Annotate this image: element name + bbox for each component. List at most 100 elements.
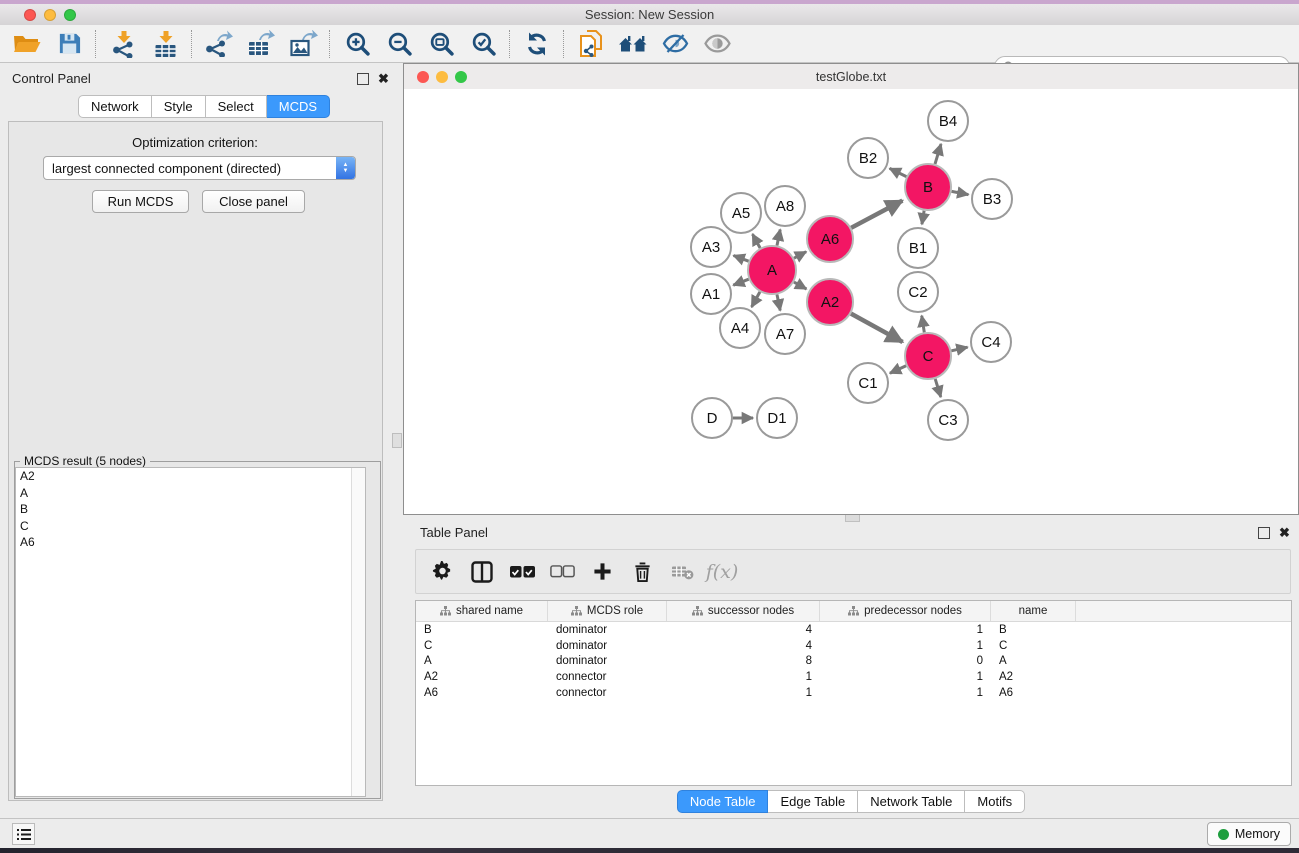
tab-edge-table[interactable]: Edge Table (768, 790, 858, 813)
graph-edge-B-B2[interactable] (890, 168, 907, 176)
tab-network[interactable]: Network (78, 95, 152, 118)
network-window-controls (417, 64, 467, 89)
columns-icon (471, 561, 493, 583)
network-graph-canvas[interactable]: B4B2BB3A5A8A6A3B1AA1C2A2A4A7CC4C1C3DD1 (404, 89, 1298, 514)
column-header-predecessor-nodes[interactable]: predecessor nodes (820, 601, 991, 621)
import-network-button[interactable] (102, 27, 144, 61)
run-mcds-button[interactable]: Run MCDS (92, 190, 189, 213)
result-item-b[interactable]: B (16, 501, 365, 518)
minimize-window-button[interactable] (44, 9, 56, 21)
criterion-select[interactable]: largest connected component (directed) ▲… (43, 156, 356, 180)
graph-node-label-A6: A6 (821, 231, 839, 248)
create-column-button[interactable] (582, 552, 622, 592)
float-table-panel-icon[interactable] (1258, 527, 1270, 539)
graph-edge-C-C1[interactable] (890, 366, 906, 373)
tab-style[interactable]: Style (152, 95, 206, 118)
graph-edge-A-A4[interactable] (752, 292, 760, 307)
graph-edge-A-A3[interactable] (734, 256, 749, 262)
table-header-row: shared nameMCDS rolesuccessor nodesprede… (416, 601, 1291, 622)
result-item-a[interactable]: A (16, 485, 365, 502)
column-header-mcds-role[interactable]: MCDS role (548, 601, 667, 621)
tab-network-table[interactable]: Network Table (858, 790, 965, 813)
delete-columns-button[interactable] (622, 552, 662, 592)
graph-edge-A-A2[interactable] (794, 282, 807, 289)
unselect-all-columns-button[interactable] (542, 552, 582, 592)
graph-edge-A2-C[interactable] (851, 314, 903, 342)
show-graphics-button[interactable] (696, 27, 738, 61)
close-panel-button[interactable]: Close panel (202, 190, 305, 213)
fx-icon: f(x) (706, 561, 739, 583)
table-cell: 1 (820, 640, 991, 652)
graph-edge-A-A8[interactable] (777, 230, 780, 246)
panel-selector-button[interactable] (12, 823, 35, 845)
graph-edge-C-C3[interactable] (935, 379, 941, 397)
app-titlebar: Session: New Session (0, 4, 1299, 26)
memory-button[interactable]: Memory (1207, 822, 1291, 846)
result-list-scrollbar[interactable] (351, 468, 365, 796)
zoom-window-button[interactable] (64, 9, 76, 21)
table-cell: C (991, 640, 1076, 652)
table-row-a[interactable]: Adominator80A (416, 654, 1291, 670)
open-session-button[interactable] (6, 27, 48, 61)
show-column-button[interactable] (462, 552, 502, 592)
graph-edge-B-B4[interactable] (935, 144, 941, 164)
tab-motifs[interactable]: Motifs (965, 790, 1025, 813)
network-minimize-button[interactable] (436, 71, 448, 83)
mcds-result-list: A2ABCA6 (15, 467, 366, 797)
toolbar-separator (509, 30, 511, 58)
zoom-in-button[interactable] (336, 27, 378, 61)
graph-node-label-C4: C4 (981, 334, 1000, 351)
result-item-a2[interactable]: A2 (16, 468, 365, 485)
column-header-name[interactable]: name (991, 601, 1076, 621)
column-header-shared-name[interactable]: shared name (416, 601, 548, 621)
tab-mcds[interactable]: MCDS (267, 95, 330, 118)
close-window-button[interactable] (24, 9, 36, 21)
column-tree-icon (571, 606, 582, 616)
table-options-button[interactable] (422, 552, 462, 592)
float-panel-icon[interactable] (357, 73, 369, 85)
graph-edge-C-C2[interactable] (922, 316, 925, 333)
home-button[interactable] (612, 27, 654, 61)
table-toolbar: f(x) (415, 549, 1291, 594)
vertical-divider-handle[interactable] (392, 433, 402, 448)
column-header-successor-nodes[interactable]: successor nodes (667, 601, 820, 621)
column-tree-icon (692, 606, 703, 616)
export-image-button[interactable] (282, 27, 324, 61)
graph-edge-A-A7[interactable] (777, 295, 780, 311)
close-table-panel-icon[interactable]: ✖ (1279, 528, 1290, 538)
node-table: shared nameMCDS rolesuccessor nodesprede… (415, 600, 1292, 786)
network-from-selection-button[interactable] (570, 27, 612, 61)
graph-edge-A-A6[interactable] (794, 252, 806, 259)
export-network-button[interactable] (198, 27, 240, 61)
network-zoom-button[interactable] (455, 71, 467, 83)
import-table-button[interactable] (144, 27, 186, 61)
result-item-c[interactable]: C (16, 518, 365, 535)
close-panel-icon[interactable]: ✖ (378, 74, 389, 84)
zoom-selected-button[interactable] (462, 27, 504, 61)
mcds-result-title: MCDS result (5 nodes) (20, 454, 150, 468)
select-all-columns-button[interactable] (502, 552, 542, 592)
export-table-button[interactable] (240, 27, 282, 61)
table-row-a2[interactable]: A2connector11A2 (416, 669, 1291, 685)
hide-graphics-button[interactable] (654, 27, 696, 61)
table-row-a6[interactable]: A6connector11A6 (416, 685, 1291, 701)
table-row-b[interactable]: Bdominator41B (416, 622, 1291, 638)
tab-node-table[interactable]: Node Table (677, 790, 769, 813)
zoom-out-button[interactable] (378, 27, 420, 61)
save-session-button[interactable] (48, 27, 90, 61)
graph-edge-A6-B[interactable] (851, 201, 902, 228)
network-close-button[interactable] (417, 71, 429, 83)
table-cell: A (416, 655, 548, 667)
graph-edge-A-A1[interactable] (733, 279, 748, 285)
result-item-a6[interactable]: A6 (16, 534, 365, 551)
tab-select[interactable]: Select (206, 95, 267, 118)
refresh-button[interactable] (516, 27, 558, 61)
table-row-c[interactable]: Cdominator41C (416, 638, 1291, 654)
graph-edge-B-B1[interactable] (922, 211, 924, 225)
graph-edge-B-B3[interactable] (952, 191, 969, 194)
graph-edge-C-C4[interactable] (951, 347, 967, 351)
main-toolbar (0, 25, 1299, 63)
graph-edge-A-A5[interactable] (753, 234, 761, 248)
zoom-fit-button[interactable] (420, 27, 462, 61)
import-table-icon (152, 30, 179, 58)
